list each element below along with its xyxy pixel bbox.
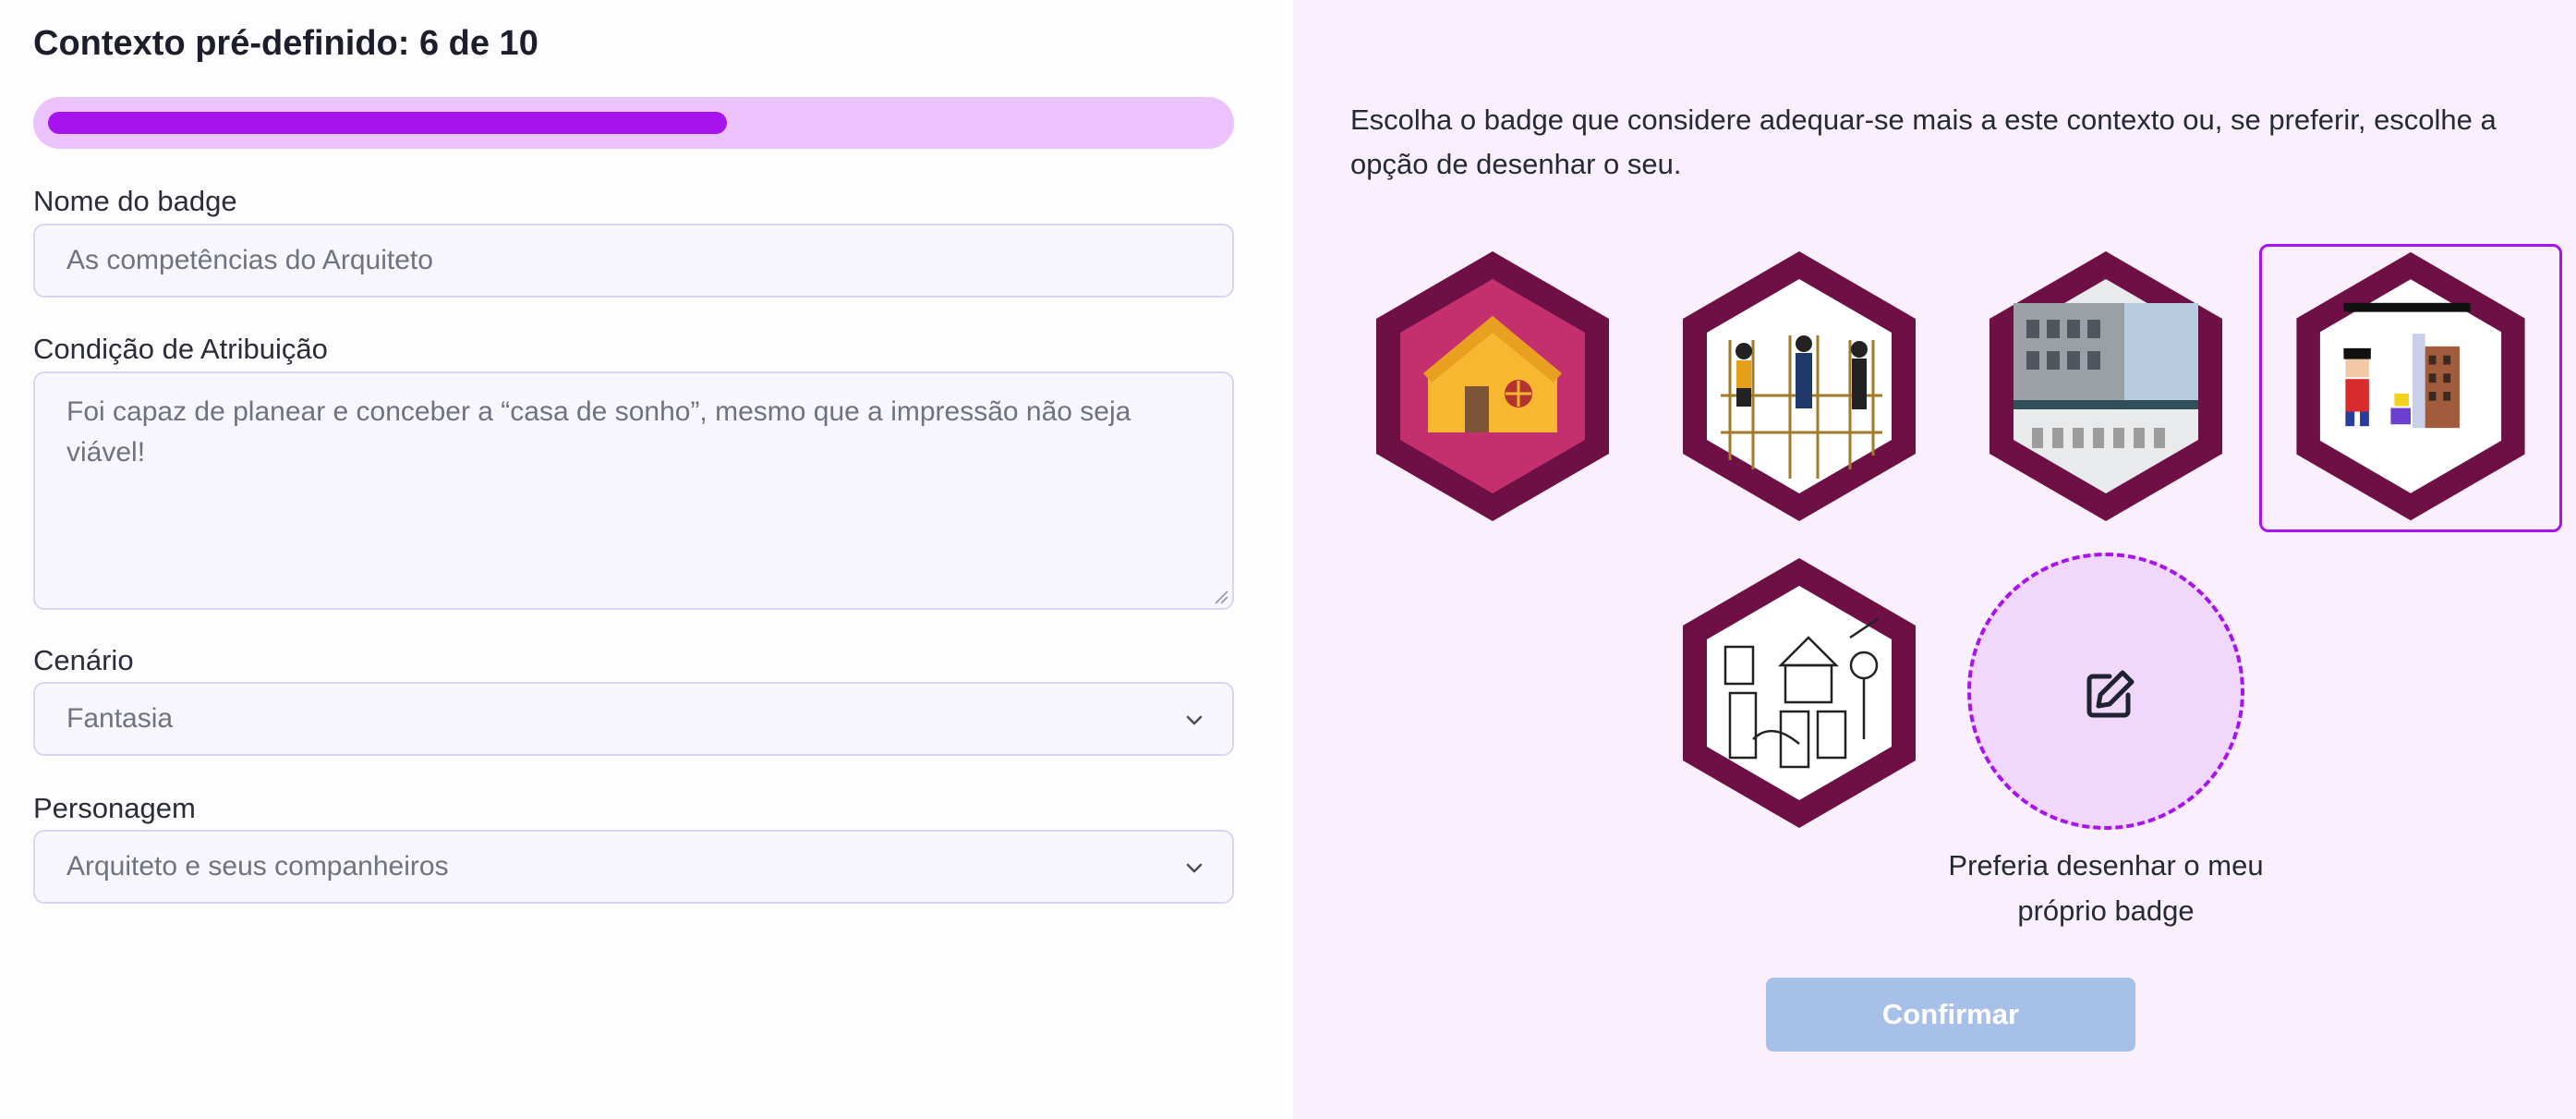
progress-bar [33,97,1234,149]
condition-textarea[interactable]: Foi capaz de planear e conceber a “casa … [33,371,1234,610]
badge-option-house[interactable] [1373,248,1613,525]
resize-grip-icon[interactable] [1212,588,1228,604]
badge-name-label: Nome do badge [33,185,237,217]
chevron-down-icon [1186,715,1203,725]
form-panel: Contexto pré-definido: 6 de 10 Nome do b… [0,0,1293,1119]
badge-instructions: Escolha o badge que considere adequar-se… [1350,103,2497,180]
sketch-figures-badge-icon [1683,558,1916,828]
badge-option-sketch[interactable] [1679,554,1919,832]
scenario-select[interactable]: Fantasia [33,682,1234,756]
character-value: Arquiteto e seus companheiros [67,851,449,882]
badge-option-pixel[interactable] [2259,244,2562,532]
page-title: Contexto pré-definido: 6 de 10 [33,24,538,63]
chevron-down-icon [1186,863,1203,873]
character-label: Personagem [33,792,196,824]
condition-label: Condição de Atribuição [33,333,328,365]
scenario-label: Cenário [33,644,134,676]
scenario-value: Fantasia [67,703,174,734]
condition-placeholder: Foi capaz de planear e conceber a “casa … [67,396,1131,468]
badge-option-workers[interactable] [1679,248,1919,525]
character-select[interactable]: Arquiteto e seus companheiros [33,830,1234,904]
badge-option-building[interactable] [1986,248,2226,525]
workers-scaffold-badge-icon [1683,251,1916,521]
house-badge-icon [1376,251,1609,521]
page: Contexto pré-definido: 6 de 10 Nome do b… [0,0,2576,1119]
confirm-button[interactable]: Confirmar [1766,978,2135,1052]
draw-own-badge-label: Preferia desenhar o meu próprio badge [1948,849,2264,927]
draw-own-badge-button[interactable] [1967,553,2244,830]
badge-panel: Escolha o badge que considere adequar-se… [1293,0,2576,1119]
badge-name-input[interactable]: As competências do Arquiteto [33,224,1234,298]
edit-icon [2086,670,2135,718]
building-facade-badge-icon [1989,251,2222,521]
progress-bar-fill [48,112,727,134]
pixel-characters-badge-icon [2296,251,2525,521]
badge-name-placeholder: As competências do Arquiteto [67,245,433,275]
